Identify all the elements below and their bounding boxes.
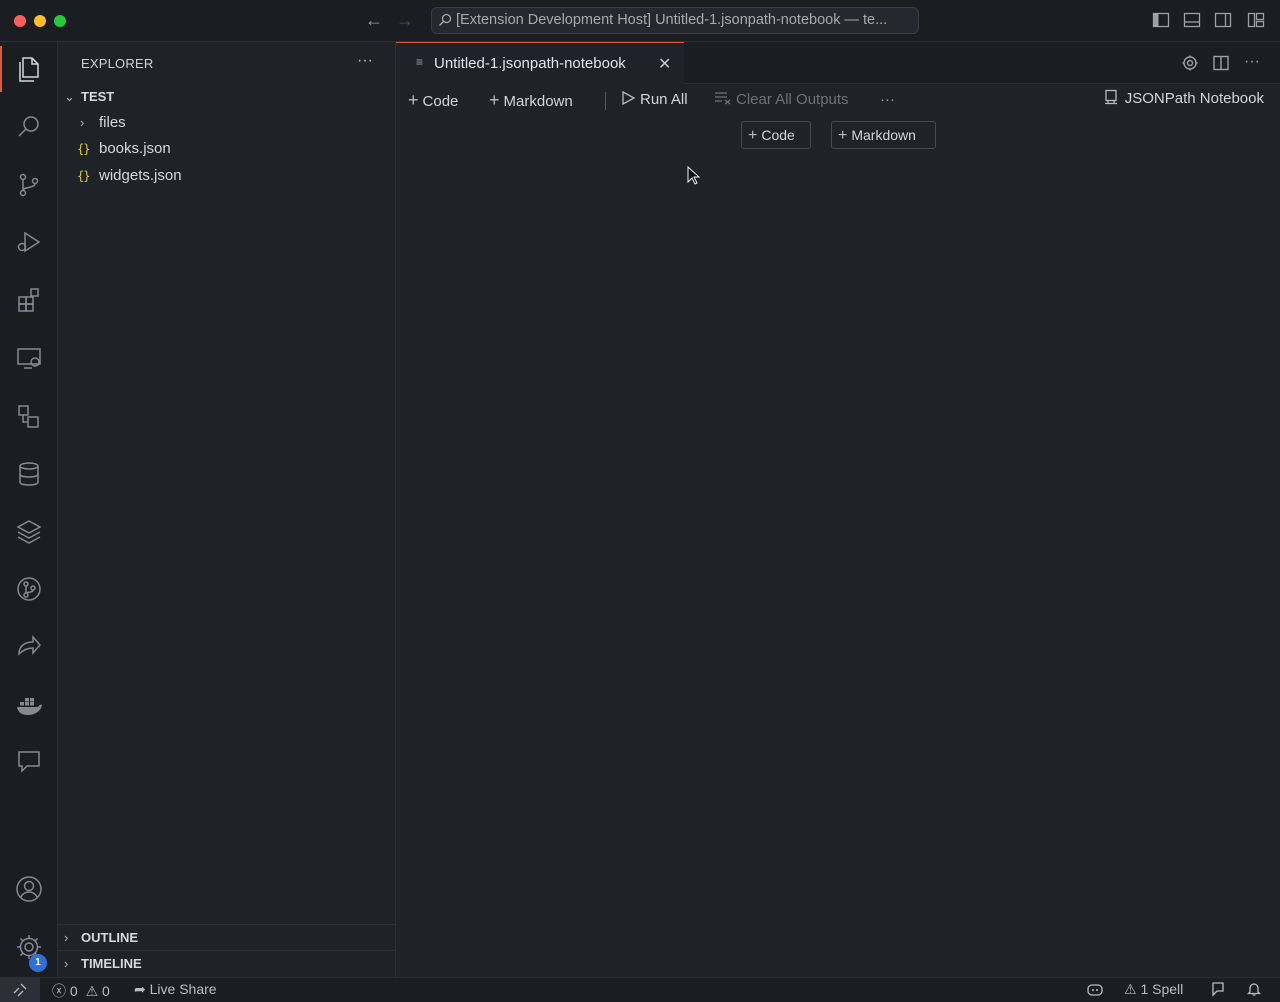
- add-code-cell-button[interactable]: + Code: [408, 89, 458, 111]
- tree-item-books-json[interactable]: {} books.json: [58, 136, 395, 162]
- run-all-button[interactable]: Run All: [620, 89, 688, 111]
- tree-item-label: files: [99, 114, 126, 131]
- notebook-file-icon: ≡: [416, 55, 424, 69]
- run-debug-icon[interactable]: [0, 217, 58, 267]
- account-icon[interactable]: [0, 864, 58, 914]
- plus-icon: +: [408, 90, 419, 110]
- more-actions-icon[interactable]: ···: [880, 89, 895, 111]
- timeline-title: TIMELINE: [81, 956, 142, 971]
- toggle-secondary-sidebar-icon[interactable]: [1214, 11, 1232, 29]
- live-share-icon[interactable]: [0, 622, 58, 672]
- tree-item-widgets-json[interactable]: {} widgets.json: [58, 163, 395, 189]
- activity-bar: 1: [0, 42, 58, 977]
- editor-tab-bar: ≡ Untitled-1.jsonpath-notebook ✕ ···: [396, 42, 1280, 84]
- forward-arrow-icon[interactable]: →: [395, 10, 415, 30]
- json-file-icon: {}: [77, 169, 90, 183]
- live-share-icon: ➦: [134, 981, 146, 997]
- copilot-icon[interactable]: [1086, 981, 1104, 1000]
- close-icon[interactable]: ✕: [658, 54, 671, 74]
- timeline-section[interactable]: › TIMELINE: [58, 950, 395, 976]
- maximize-window-button[interactable]: [54, 15, 66, 27]
- clear-all-outputs-button[interactable]: Clear All Outputs: [714, 89, 849, 111]
- tree-item-files[interactable]: › files: [58, 110, 395, 136]
- window-title: [Extension Development Host] Untitled-1.…: [456, 12, 888, 28]
- explorer-icon[interactable]: [0, 44, 58, 94]
- explorer-sidebar: EXPLORER ··· ⌄ TEST › files {} books.jso…: [58, 42, 396, 977]
- chevron-right-icon: ›: [64, 930, 69, 945]
- search-icon[interactable]: [0, 102, 58, 152]
- search-icon: [439, 13, 452, 26]
- tab-untitled-notebook[interactable]: ≡ Untitled-1.jsonpath-notebook ✕: [396, 42, 684, 84]
- customize-layout-icon[interactable]: [1247, 11, 1265, 29]
- remote-icon: [13, 983, 27, 997]
- remote-indicator[interactable]: [0, 978, 40, 1002]
- source-control-icon[interactable]: [0, 160, 58, 210]
- tree-item-label: books.json: [99, 140, 171, 157]
- settings-gear-icon[interactable]: 1: [0, 922, 58, 972]
- folder-section-test[interactable]: ⌄ TEST: [58, 84, 395, 110]
- live-share-button[interactable]: ➦ Live Share: [134, 981, 217, 998]
- status-bar: ⓧ 0 ⚠ 0 ➦ Live Share ⚠ 1 Spell: [0, 977, 1280, 1002]
- insert-markdown-cell-button[interactable]: + Markdown: [831, 121, 936, 149]
- shapes-icon[interactable]: [0, 391, 58, 441]
- notebook-toolbar: + Code + Markdown Run All Clear All Output…: [396, 84, 1280, 116]
- sidebar-title: EXPLORER: [81, 56, 154, 71]
- feedback-icon[interactable]: [1210, 981, 1226, 1000]
- chevron-down-icon: ⌄: [64, 89, 75, 104]
- play-icon: [622, 90, 636, 106]
- tree-item-label: widgets.json: [99, 167, 182, 184]
- folder-title: TEST: [81, 89, 115, 104]
- title-bar: ← → [Extension Development Host] Untitle…: [0, 0, 1280, 42]
- minimize-window-button[interactable]: [34, 15, 46, 27]
- command-center[interactable]: [Extension Development Host] Untitled-1.…: [431, 7, 919, 34]
- plus-icon: +: [489, 90, 500, 110]
- tab-label: Untitled-1.jsonpath-notebook: [434, 55, 626, 72]
- chevron-right-icon: ›: [64, 956, 69, 971]
- json-file-icon: {}: [77, 142, 90, 156]
- clear-all-icon: [715, 92, 731, 105]
- more-actions-icon[interactable]: ···: [1244, 54, 1262, 72]
- database-icon[interactable]: [0, 449, 58, 499]
- kernel-icon: [1104, 89, 1117, 105]
- kernel-picker[interactable]: JSONPath Notebook: [1103, 89, 1264, 107]
- warning-icon: ⚠: [85, 983, 99, 999]
- notifications-bell-icon[interactable]: [1246, 981, 1262, 1000]
- split-editor-icon[interactable]: [1212, 54, 1230, 72]
- extensions-icon[interactable]: [0, 275, 58, 325]
- toggle-panel-icon[interactable]: [1183, 11, 1201, 29]
- outline-title: OUTLINE: [81, 930, 139, 945]
- layers-icon[interactable]: [0, 506, 58, 556]
- warning-icon: ⚠: [1124, 981, 1137, 997]
- settings-badge: 1: [29, 954, 47, 972]
- comments-icon[interactable]: [0, 736, 58, 786]
- chevron-right-icon: ›: [80, 115, 85, 130]
- problems-indicator[interactable]: ⓧ 0 ⚠ 0: [52, 981, 110, 1001]
- plus-icon: +: [748, 127, 758, 144]
- more-actions-icon[interactable]: ···: [357, 52, 373, 70]
- error-icon: ⓧ: [52, 983, 66, 999]
- toolbar-divider: [605, 92, 606, 110]
- close-window-button[interactable]: [14, 15, 26, 27]
- toggle-primary-sidebar-icon[interactable]: [1152, 11, 1170, 29]
- remote-explorer-icon[interactable]: [0, 333, 58, 383]
- add-markdown-cell-button[interactable]: + Markdown: [489, 89, 573, 111]
- insert-code-cell-button[interactable]: + Code: [741, 121, 811, 149]
- mouse-cursor-icon: [687, 166, 701, 185]
- back-arrow-icon[interactable]: ←: [364, 10, 384, 30]
- plus-icon: +: [838, 127, 848, 144]
- gear-icon[interactable]: [1181, 54, 1199, 72]
- docker-icon[interactable]: [0, 680, 58, 730]
- git-graph-icon[interactable]: [0, 564, 58, 614]
- outline-section[interactable]: › OUTLINE: [58, 924, 395, 950]
- spell-check-indicator[interactable]: ⚠ 1 Spell: [1124, 981, 1183, 998]
